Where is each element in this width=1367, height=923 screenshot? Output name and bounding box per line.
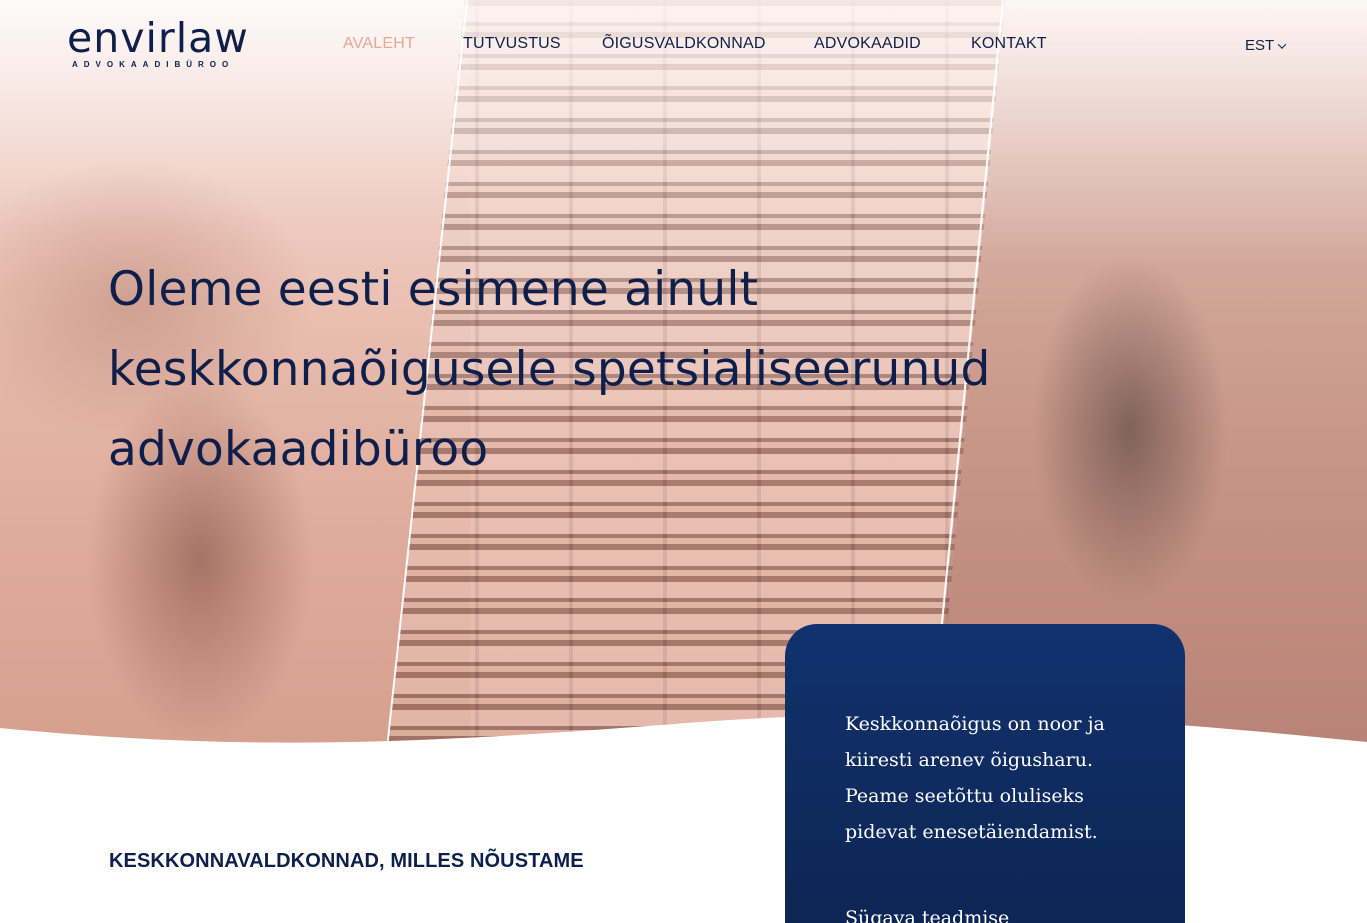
language-label: EST [1245,37,1275,54]
logo-wordmark: envirlaw [67,14,249,62]
card-text-partial: Sügava teadmise [845,907,1010,923]
nav-item-kontakt[interactable]: KONTAKT [971,35,1047,53]
language-selector[interactable]: EST [1245,37,1287,54]
nav-item-avaleht[interactable]: AVALEHT [343,35,415,53]
hero-title-line: advokaadibüroo [108,422,489,477]
nav-item-oigusvaldkonnad[interactable]: ÕIGUSVALDKONNAD [602,35,766,53]
logo[interactable]: envirlaw ADVOKAADIBÜROO [67,16,267,69]
section-heading: KESKKONNAVALDKONNAD, MILLES NÕUSTAME [109,850,584,872]
hero-title-line: Oleme eesti esimene ainult [108,262,759,317]
hero-title-line: keskkonnaõigusele spetsialiseerunud [108,342,991,397]
hero-title: Oleme eesti esimene ainult keskkonnaõigu… [108,250,1008,490]
chevron-down-icon [1277,39,1287,49]
nav-item-advokaadid[interactable]: ADVOKAADID [814,35,921,53]
nav-item-tutvustus[interactable]: TUTVUSTUS [463,35,561,53]
card-text: Keskkonnaõigus on noor ja kiiresti arene… [845,713,1105,843]
info-card: Keskkonnaõigus on noor ja kiiresti arene… [785,624,1185,923]
